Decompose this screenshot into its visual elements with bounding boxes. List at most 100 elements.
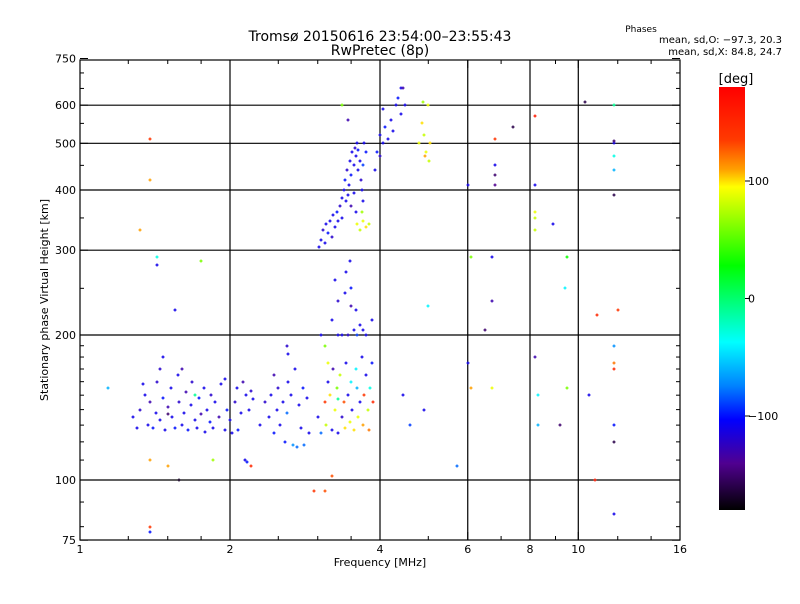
echo-point — [360, 188, 364, 192]
echo-point — [370, 318, 374, 322]
echo-point — [361, 163, 365, 167]
echo-point — [295, 445, 299, 449]
echo-point — [354, 210, 358, 214]
echo-point — [236, 428, 240, 432]
echo-point — [386, 137, 390, 141]
echo-point — [307, 431, 311, 435]
x-tick-label: 6 — [464, 543, 471, 556]
echo-point — [536, 423, 540, 427]
echo-point — [565, 386, 569, 390]
echo-point — [333, 225, 337, 229]
echo-point — [346, 193, 350, 197]
echo-point — [349, 173, 353, 177]
stats-heading: Phases — [625, 25, 657, 35]
echo-point — [199, 412, 203, 416]
echo-point — [158, 367, 162, 371]
echo-point — [354, 367, 358, 371]
echo-point — [319, 238, 323, 242]
echo-point — [333, 408, 337, 412]
echo-point — [328, 393, 332, 397]
echo-point — [106, 386, 110, 390]
echo-point — [330, 318, 334, 322]
echo-point — [173, 308, 177, 312]
echo-point — [399, 112, 403, 116]
echo-point — [335, 386, 339, 390]
echo-point — [197, 396, 201, 400]
ionogram-figure: Tromsø 20150616 23:54:00–23:55:43 RwPret… — [0, 0, 800, 600]
echo-point — [354, 154, 358, 158]
echo-point — [326, 231, 330, 235]
echo-point — [422, 133, 426, 137]
y-tick-label: 400 — [55, 184, 76, 197]
x-tick-label: 10 — [571, 543, 585, 556]
echo-point — [155, 263, 159, 267]
echo-point — [244, 393, 248, 397]
echo-point — [593, 478, 597, 482]
echo-point — [616, 308, 620, 312]
echo-point — [364, 333, 368, 337]
echo-point — [383, 125, 387, 129]
echo-point — [344, 270, 348, 274]
echo-point — [180, 423, 184, 427]
echo-point — [249, 464, 253, 468]
echo-point — [324, 222, 328, 226]
echo-point — [301, 386, 305, 390]
echo-point — [177, 478, 181, 482]
echo-point — [285, 344, 289, 348]
x-tick-label: 16 — [673, 543, 687, 556]
echo-point — [276, 386, 280, 390]
echo-point — [533, 210, 537, 214]
echo-point — [154, 411, 158, 415]
echo-point — [352, 428, 356, 432]
echo-point — [199, 259, 203, 263]
echo-point — [330, 428, 334, 432]
y-tick-label: 100 — [55, 474, 76, 487]
echo-point — [349, 380, 353, 384]
echo-point — [348, 259, 352, 263]
x-tick-label: 8 — [527, 543, 534, 556]
echo-point — [342, 188, 346, 192]
echo-point — [375, 150, 379, 154]
echo-point — [326, 361, 330, 365]
echo-point — [422, 408, 426, 412]
echo-point — [361, 199, 365, 203]
colorbar-tick-label: −100 — [748, 410, 778, 423]
echo-point — [281, 400, 285, 404]
echo-point — [338, 373, 342, 377]
echo-point — [297, 403, 301, 407]
echo-point — [350, 408, 354, 412]
echo-point — [326, 380, 330, 384]
echo-point — [258, 423, 262, 427]
echo-point — [225, 408, 229, 412]
echo-point — [563, 286, 567, 290]
echo-point — [312, 489, 316, 493]
echo-point — [367, 428, 371, 432]
echo-point — [366, 408, 370, 412]
echo-point — [230, 431, 234, 435]
echo-point — [148, 137, 152, 141]
echo-point — [356, 415, 360, 419]
echo-point — [533, 228, 537, 232]
echo-point — [186, 428, 190, 432]
echo-point — [417, 141, 421, 145]
echo-point — [223, 377, 227, 381]
echo-point — [403, 103, 407, 107]
echo-point — [285, 411, 289, 415]
echo-point — [346, 393, 350, 397]
echo-point — [612, 344, 616, 348]
echo-point — [146, 423, 150, 427]
echo-point — [360, 210, 364, 214]
echo-point — [247, 408, 251, 412]
echo-point — [381, 107, 385, 111]
echo-point — [426, 304, 430, 308]
echo-point — [455, 464, 459, 468]
echo-point — [336, 299, 340, 303]
echo-point — [587, 393, 591, 397]
echo-point — [131, 415, 135, 419]
colorbar-label: [deg] — [719, 72, 754, 87]
x-tick-label: 1 — [77, 543, 84, 556]
echo-point — [346, 333, 350, 337]
echo-point — [583, 100, 587, 104]
echo-point — [356, 168, 360, 172]
echo-point — [361, 328, 365, 332]
